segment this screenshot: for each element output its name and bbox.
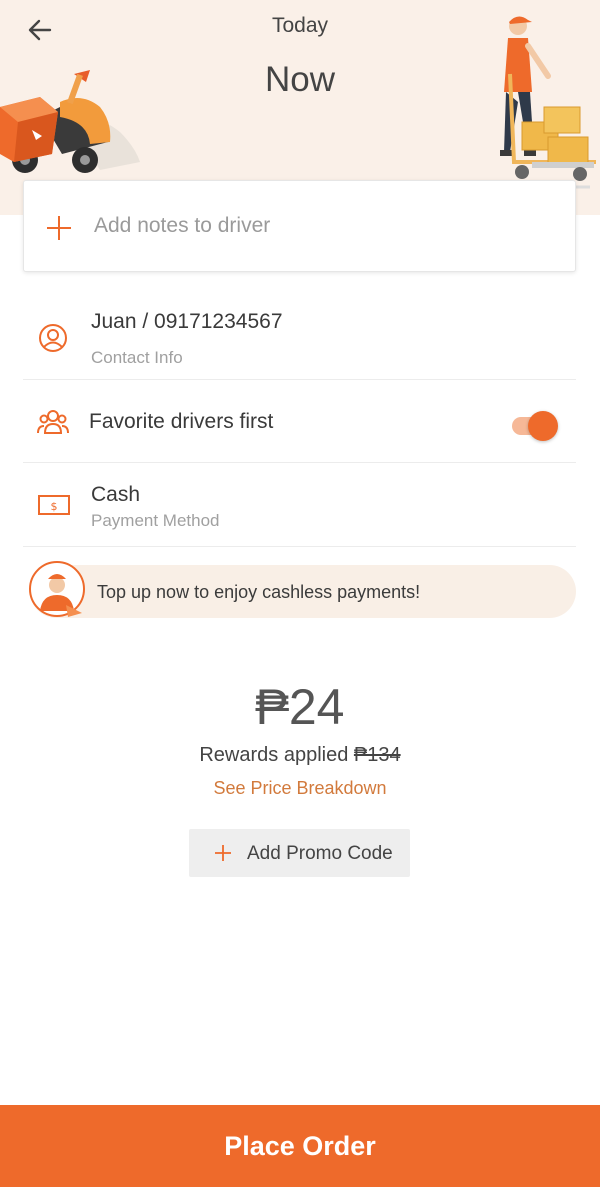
cash-icon: $ (38, 495, 70, 515)
driver-avatar-icon (29, 561, 85, 617)
payment-method-value: Cash (91, 483, 141, 506)
add-notes-label: Add notes to driver (94, 214, 271, 237)
payment-method-label: Payment Method (91, 511, 220, 530)
rewards-label: Rewards applied (199, 744, 349, 766)
price-amount: 24 (288, 679, 345, 735)
svg-text:$: $ (51, 500, 58, 513)
plus-icon (215, 845, 231, 861)
favorite-drivers-row: Favorite drivers first (23, 380, 576, 463)
see-price-breakdown-link[interactable]: See Price Breakdown (0, 778, 600, 799)
add-promo-code-label: Add Promo Code (247, 843, 393, 864)
favorite-drivers-toggle[interactable] (512, 410, 558, 442)
price-total: ₱24 (0, 678, 600, 736)
plus-icon (47, 216, 71, 240)
contact-name-phone: Juan / 09171234567 (91, 310, 283, 333)
rewards-line: Rewards applied ₱134 (0, 744, 600, 767)
user-circle-icon (39, 324, 67, 352)
add-notes-card[interactable]: Add notes to driver (23, 180, 576, 272)
original-price: ₱134 (353, 744, 401, 766)
payment-method-row[interactable]: $ Cash Payment Method (23, 463, 576, 547)
favorite-drivers-label: Favorite drivers first (89, 410, 274, 433)
currency-symbol: ₱ (255, 679, 289, 735)
contact-info-label: Contact Info (91, 348, 183, 367)
toggle-knob (528, 411, 558, 441)
add-promo-code-button[interactable]: Add Promo Code (189, 829, 410, 877)
topup-banner-text: Top up now to enjoy cashless payments! (97, 582, 421, 602)
contact-info-row[interactable]: Juan / 09171234567 Contact Info (23, 296, 576, 380)
place-order-button[interactable]: Place Order (0, 1105, 600, 1187)
delivery-worker-illustration (498, 16, 596, 189)
scooter-illustration (0, 70, 140, 173)
group-icon (37, 410, 69, 434)
